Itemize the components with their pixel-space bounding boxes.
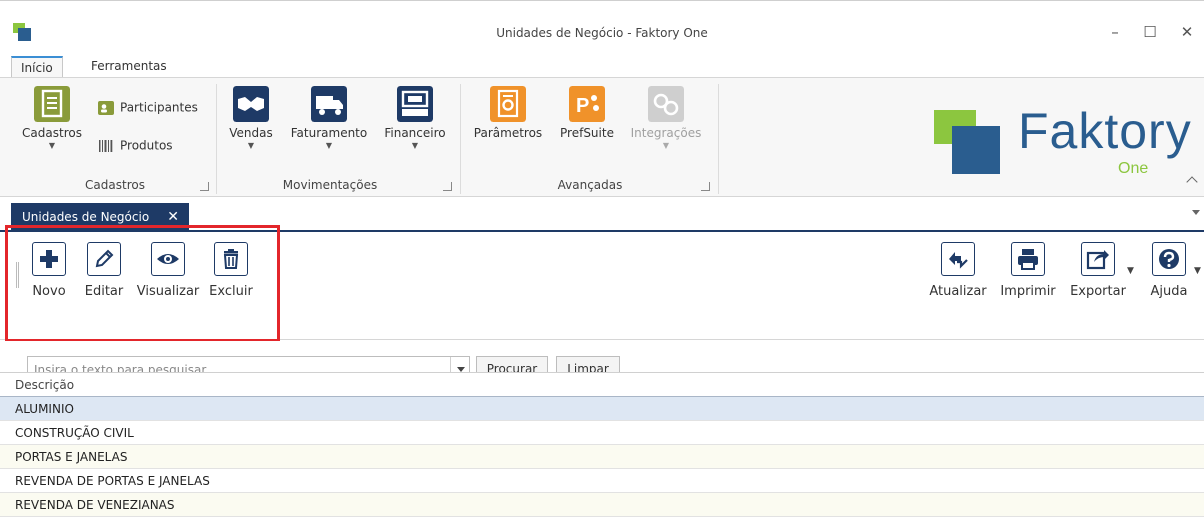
excluir-button[interactable]: Excluir (206, 242, 256, 299)
column-header-descricao[interactable]: Descrição (0, 373, 1204, 397)
close-icon[interactable]: ✕ (167, 203, 179, 232)
doc-tab-label: Unidades de Negócio (22, 210, 150, 224)
chevron-down-icon: ▼ (325, 141, 333, 150)
refresh-icon (941, 242, 975, 276)
ribbon-tabs: Início Ferramentas (0, 54, 1204, 78)
integration-icon (648, 86, 684, 122)
editar-button[interactable]: Editar (78, 242, 130, 299)
participantes-label: Participantes (120, 100, 198, 115)
table-row[interactable]: CONSTRUÇÃO CIVIL (0, 421, 1204, 445)
atualizar-label: Atualizar (929, 284, 987, 299)
eye-icon (151, 242, 185, 276)
group-divider (460, 84, 461, 194)
logo-subtext: One (1118, 160, 1149, 177)
table-row[interactable]: PORTAS E JANELAS (0, 445, 1204, 469)
chevron-down-icon: ▼ (411, 141, 419, 150)
barcode-icon (99, 140, 113, 152)
vendas-label: Vendas (229, 126, 273, 140)
participantes-button[interactable]: Participantes (98, 100, 198, 116)
tab-ferramentas[interactable]: Ferramentas (82, 56, 176, 78)
ajuda-button[interactable]: Ajuda (1142, 242, 1196, 299)
pencil-icon (87, 242, 121, 276)
produtos-label: Produtos (120, 138, 173, 153)
financeiro-button[interactable]: Financeiro ▼ (380, 86, 450, 150)
truck-icon (311, 86, 347, 122)
maximize-button[interactable]: ☐ (1137, 21, 1163, 43)
visualizar-label: Visualizar (136, 284, 200, 299)
financeiro-label: Financeiro (384, 126, 446, 140)
search-bar: Procurar Limpar (0, 341, 1204, 383)
editar-label: Editar (84, 284, 124, 299)
title-bar: Unidades de Negócio - Faktory One – ☐ ✕ (0, 0, 1204, 54)
parametros-label: Parâmetros (473, 126, 543, 140)
close-button[interactable]: ✕ (1174, 21, 1200, 43)
table-row[interactable]: ALUMINIO (0, 397, 1204, 421)
help-icon (1152, 242, 1186, 276)
chevron-down-icon[interactable]: ▼ (1194, 266, 1201, 276)
group-launcher-icon[interactable] (443, 182, 452, 191)
cash-register-icon (397, 86, 433, 122)
prefsuite-label: PrefSuite (560, 126, 614, 140)
tab-inicio[interactable]: Início (11, 56, 63, 78)
svg-text:P: P (576, 95, 589, 117)
minimize-button[interactable]: – (1102, 21, 1128, 43)
exportar-button[interactable]: Exportar (1066, 242, 1130, 299)
toolbar: Novo Editar Visualizar Excluir Atualizar… (0, 234, 1204, 340)
data-grid: Descrição ALUMINIO CONSTRUÇÃO CIVIL PORT… (0, 372, 1204, 531)
group-launcher-icon[interactable] (200, 182, 209, 191)
window-title: Unidades de Negócio - Faktory One (496, 26, 708, 40)
vendas-button[interactable]: Vendas ▼ (225, 86, 277, 150)
prefsuite-button[interactable]: P PrefSuite (555, 86, 619, 140)
handshake-icon (233, 86, 269, 122)
chevron-down-icon: ▼ (247, 141, 255, 150)
parametros-button[interactable]: Parâmetros (469, 86, 547, 140)
table-row[interactable]: REVENDA DE VENEZIANAS (0, 493, 1204, 517)
chevron-down-icon: ▼ (48, 141, 56, 150)
chevron-down-icon: ▼ (662, 141, 670, 150)
chevron-down-icon[interactable]: ▼ (1127, 266, 1134, 276)
plus-icon (32, 242, 66, 276)
plugin-icon: P (569, 86, 605, 122)
chevron-down-icon[interactable] (1192, 210, 1200, 215)
integracoes-button[interactable]: Integrações ▼ (626, 86, 706, 150)
printer-icon (1011, 242, 1045, 276)
group-label-movimentacoes: Movimentações (282, 178, 378, 192)
settings-document-icon (490, 86, 526, 122)
produtos-button[interactable]: Produtos (98, 138, 173, 154)
faktory-logo-mark-icon (934, 110, 1000, 174)
novo-label: Novo (32, 284, 66, 299)
logo-text: Faktory (1018, 103, 1192, 159)
group-label-cadastros: Cadastros (85, 178, 145, 192)
document-tab-strip: Unidades de Negócio ✕ (0, 198, 1204, 232)
ribbon: Cadastros ▼ Participantes Produtos Cadas… (0, 77, 1204, 197)
faturamento-button[interactable]: Faturamento ▼ (286, 86, 372, 150)
visualizar-button[interactable]: Visualizar (133, 242, 203, 299)
contact-card-icon (98, 101, 114, 115)
cadastros-button[interactable]: Cadastros ▼ (19, 86, 85, 150)
exportar-label: Exportar (1070, 284, 1126, 299)
trash-icon (214, 242, 248, 276)
cadastros-label: Cadastros (22, 126, 82, 140)
faturamento-label: Faturamento (290, 126, 368, 140)
integracoes-label: Integrações (630, 126, 702, 140)
doc-tab-unidades[interactable]: Unidades de Negócio ✕ (11, 203, 189, 232)
group-divider (216, 84, 217, 194)
group-divider (718, 84, 719, 194)
ajuda-label: Ajuda (1150, 284, 1188, 299)
imprimir-label: Imprimir (1000, 284, 1056, 299)
imprimir-button[interactable]: Imprimir (994, 242, 1062, 299)
atualizar-button[interactable]: Atualizar (926, 242, 990, 299)
export-icon (1081, 242, 1115, 276)
toolbar-grip[interactable] (16, 262, 19, 288)
novo-button[interactable]: Novo (24, 242, 74, 299)
group-launcher-icon[interactable] (701, 182, 710, 191)
group-label-avancadas: Avançadas (557, 178, 623, 192)
excluir-label: Excluir (209, 284, 253, 299)
table-row[interactable]: REVENDA DE PORTAS E JANELAS (0, 469, 1204, 493)
document-icon (34, 86, 70, 122)
faktory-logo: Faktory One (930, 98, 1192, 188)
